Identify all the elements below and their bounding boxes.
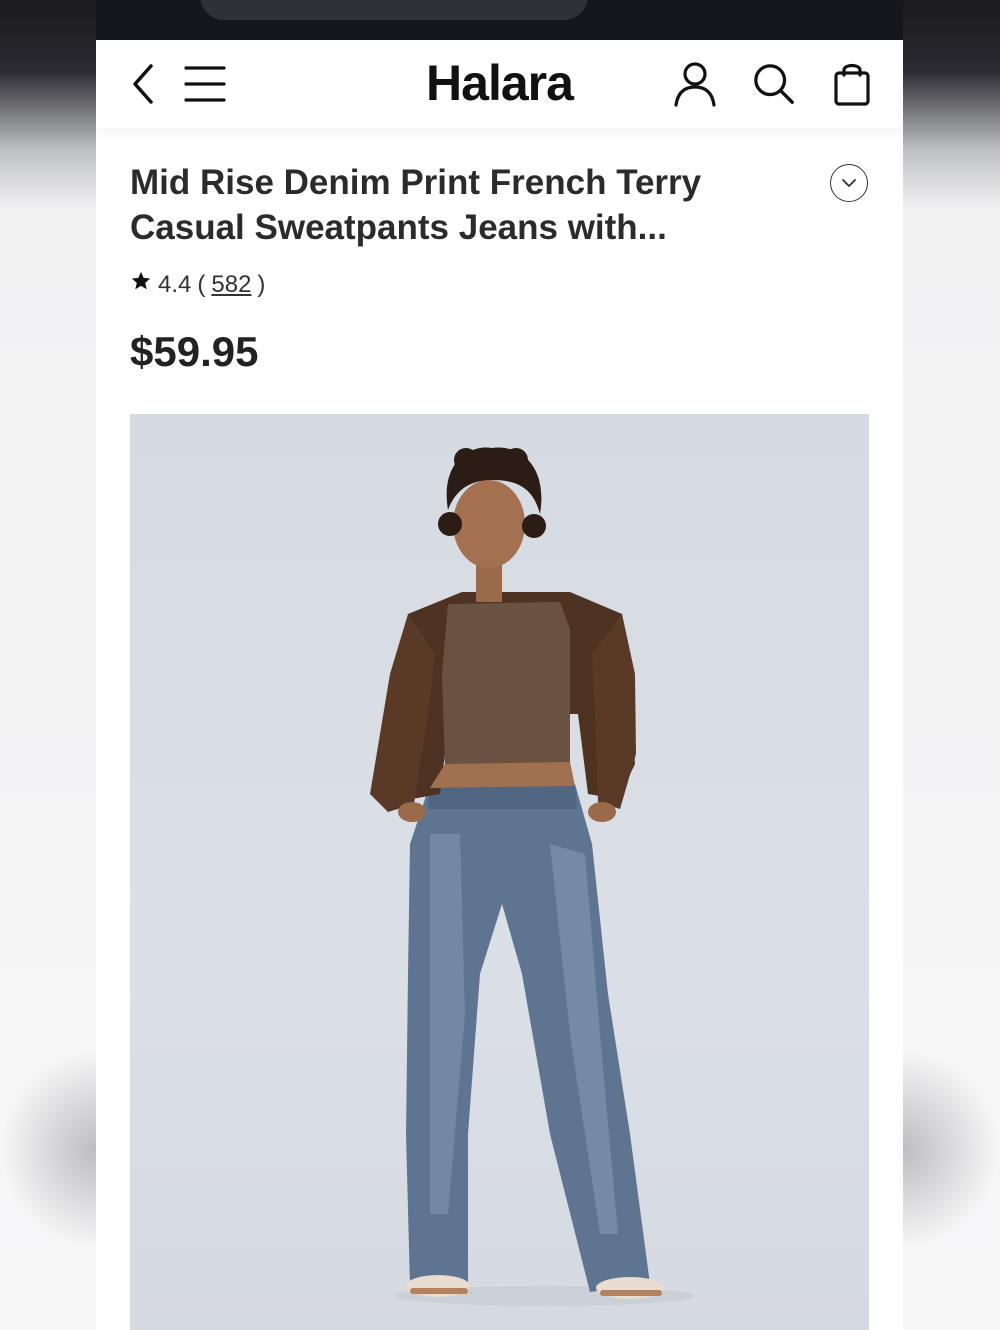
star-icon <box>130 270 152 299</box>
backdrop-shadow <box>0 1050 96 1250</box>
address-bar[interactable] <box>200 0 588 20</box>
paren-open: ( <box>197 270 206 298</box>
site-header: Halara <box>96 40 903 128</box>
browser-top-bar <box>96 0 903 40</box>
product-title: Mid Rise Denim Print French Terry Casual… <box>130 163 702 247</box>
search-icon[interactable] <box>752 62 796 106</box>
product-price: $59.95 <box>130 328 259 375</box>
paren-close: ) <box>257 270 266 298</box>
phone-screen: Halara Mid Rise Denim Print French Terry… <box>96 0 903 1330</box>
product-rating: 4.4 ( 582 ) <box>130 270 265 299</box>
shopping-bag-icon[interactable] <box>830 62 874 106</box>
product-image[interactable] <box>130 414 869 1330</box>
review-count-link[interactable]: 582 <box>211 271 251 299</box>
backdrop-shadow <box>902 1050 1000 1250</box>
rating-value: 4.4 <box>158 270 192 298</box>
user-icon[interactable] <box>673 62 717 107</box>
chevron-down-icon[interactable] <box>830 164 868 202</box>
